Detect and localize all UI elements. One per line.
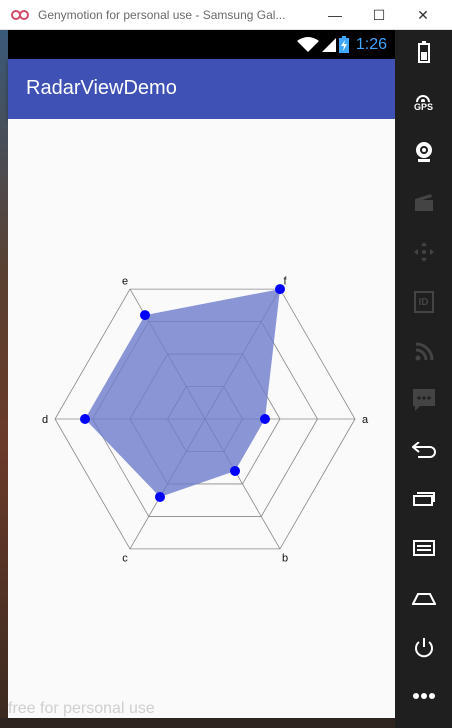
sms-icon: [412, 389, 435, 411]
radar-data-point: [155, 491, 165, 502]
radar-axis-label: b: [282, 553, 288, 565]
more-icon: [412, 693, 435, 699]
menu-button[interactable]: [395, 528, 452, 568]
desktop-wallpaper: [0, 30, 8, 728]
menu-icon: [412, 540, 435, 556]
radar-data-area: [85, 289, 280, 497]
battery-charging-icon: [339, 36, 349, 53]
sms-button[interactable]: [395, 380, 452, 420]
watermark: free for personal use: [8, 700, 155, 717]
camera-button[interactable]: [395, 132, 452, 172]
radar-axis-label: d: [42, 414, 48, 426]
recent-apps-button[interactable]: [395, 478, 452, 518]
id-icon: ID: [413, 291, 434, 313]
more-button[interactable]: [395, 676, 452, 716]
window-title: Genymotion for personal use - Samsung Ga…: [38, 8, 286, 22]
radar-chart: a b c d e f: [42, 275, 369, 565]
capture-button[interactable]: [395, 182, 452, 222]
capture-icon: [414, 194, 433, 211]
genymotion-toolbar: GPS ID: [395, 30, 452, 728]
battery-icon: [417, 41, 430, 63]
radar-data-point: [140, 310, 150, 321]
id-label: ID: [418, 296, 429, 308]
minimize-icon: —: [328, 7, 342, 23]
maximize-icon: ☐: [372, 6, 386, 23]
wifi-icon: [297, 37, 319, 52]
close-button[interactable]: ✕: [400, 0, 446, 30]
home-button[interactable]: [395, 578, 452, 618]
radar-data-point: [230, 465, 240, 476]
gps-label: GPS: [413, 102, 433, 112]
dpad-icon: [413, 242, 434, 262]
radar-data-point: [80, 414, 90, 424]
back-button[interactable]: [395, 430, 452, 470]
home-icon: [411, 593, 436, 605]
signal-icon: [322, 38, 336, 52]
window-titlebar: Genymotion for personal use - Samsung Ga…: [0, 0, 452, 30]
radar-axis-label: a: [362, 414, 369, 426]
id-button[interactable]: ID: [395, 282, 452, 322]
radar-axis-label: e: [122, 275, 128, 287]
status-bar: 1:26: [8, 30, 395, 59]
desktop-wallpaper-bottom: [0, 718, 452, 728]
gps-icon: [416, 95, 431, 102]
app-title: RadarViewDemo: [26, 77, 177, 99]
cast-button[interactable]: [395, 332, 452, 372]
radar-axis-label: c: [122, 553, 128, 565]
maximize-button[interactable]: ☐: [356, 0, 402, 30]
genymotion-logo-icon: [11, 10, 29, 20]
app-bar: RadarViewDemo: [8, 59, 395, 119]
power-button[interactable]: [395, 628, 452, 668]
radar-axis-label: f: [283, 275, 287, 287]
gps-button[interactable]: GPS: [395, 82, 452, 122]
radar-data-point: [260, 414, 270, 424]
close-icon: ✕: [417, 6, 429, 23]
minimize-button[interactable]: —: [312, 0, 358, 30]
back-icon: [411, 442, 436, 458]
battery-button[interactable]: [395, 32, 452, 72]
content-area: a b c d e f free for personal use: [8, 119, 395, 718]
camera-icon: [415, 142, 432, 162]
power-icon: [414, 638, 433, 658]
dpad-button[interactable]: [395, 232, 452, 272]
recent-apps-icon: [412, 492, 435, 506]
cast-icon: [415, 342, 433, 361]
status-time: 1:26: [355, 36, 387, 53]
